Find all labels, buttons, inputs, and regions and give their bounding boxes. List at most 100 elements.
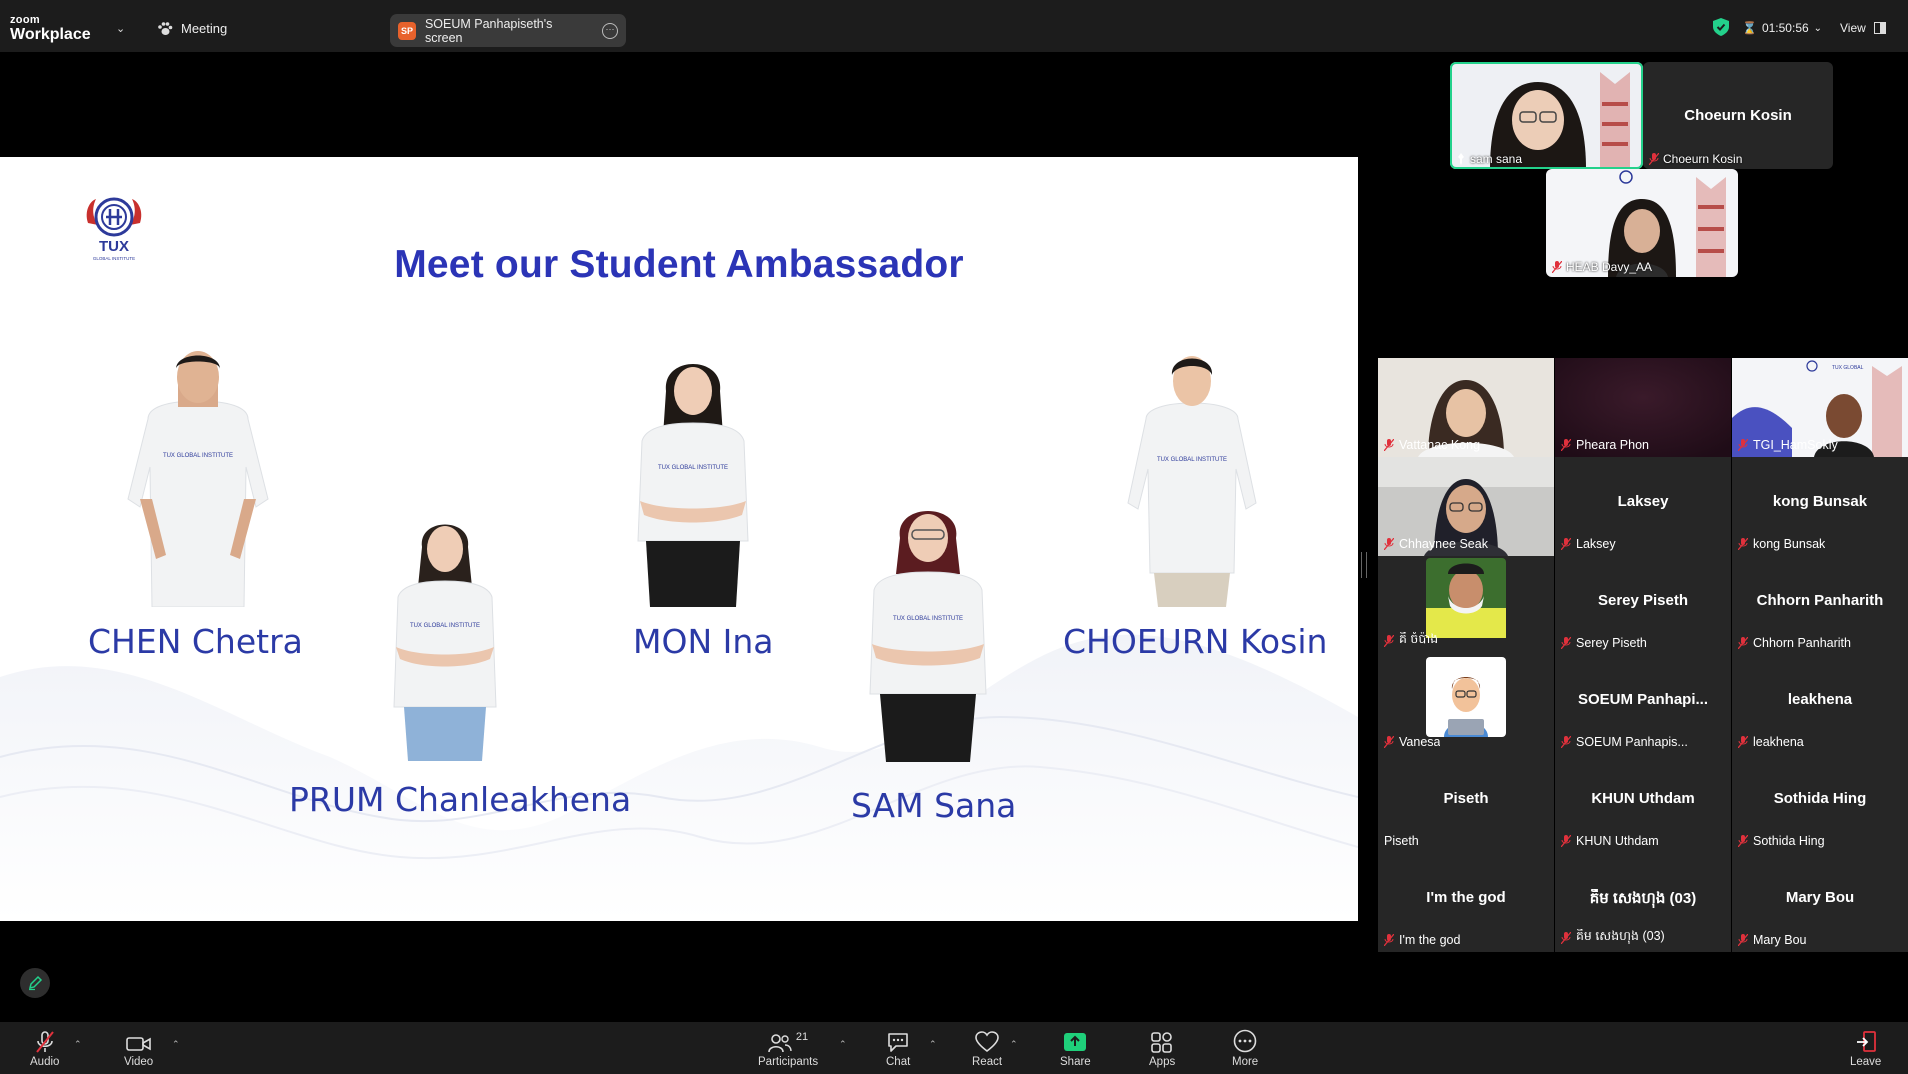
- student-photo-sam-sana: TUX GLOBAL INSTITUTE: [869, 511, 987, 762]
- gallery-tile[interactable]: Vanesa: [1378, 655, 1554, 754]
- gallery-tile[interactable]: leakhena leakhena: [1732, 655, 1908, 754]
- participant-center-name: SOEUM Panhapi...: [1577, 691, 1709, 708]
- participant-center-name: Piseth: [1443, 790, 1489, 807]
- gallery-tile[interactable]: គី ចំប៉ាង: [1378, 556, 1554, 655]
- video-tile-sam-sana[interactable]: sam sana: [1450, 62, 1643, 169]
- gallery-tile[interactable]: Sothida Hing Sothida Hing: [1732, 754, 1908, 853]
- mic-muted-icon: [1738, 835, 1748, 847]
- apps-label: Apps: [1149, 1056, 1176, 1068]
- mic-muted-icon: [1738, 439, 1748, 451]
- participant-name: Serey Piseth: [1561, 636, 1647, 650]
- gallery-tile[interactable]: Serey Piseth Serey Piseth: [1555, 556, 1731, 655]
- chat-button[interactable]: Chat: [886, 1031, 910, 1068]
- video-tile-choeurn-kosin[interactable]: Choeurn Kosin Choeurn Kosin: [1643, 62, 1833, 169]
- gallery-tile[interactable]: Mary Bou Mary Bou: [1732, 853, 1908, 952]
- participant-center-name: I'm the god: [1426, 889, 1506, 906]
- leave-door-icon: [1856, 1031, 1876, 1052]
- mic-muted-icon: [35, 1031, 54, 1053]
- mic-muted-icon: [1384, 736, 1394, 748]
- apps-grid-icon: [1151, 1032, 1172, 1053]
- shirt-print: TUX GLOBAL INSTITUTE: [163, 453, 233, 459]
- leave-button[interactable]: Leave: [1850, 1031, 1881, 1068]
- gallery-tile[interactable]: kong Bunsak kong Bunsak: [1732, 457, 1908, 556]
- participants-icon: [768, 1034, 792, 1053]
- panel-resize-handle[interactable]: [1361, 552, 1367, 578]
- gallery-tile[interactable]: KHUN Uthdam KHUN Uthdam: [1555, 754, 1731, 853]
- participants-count: 21: [795, 1031, 809, 1043]
- more-label: More: [1232, 1056, 1259, 1068]
- meeting-label: Meeting: [181, 21, 228, 36]
- react-label: React: [972, 1056, 1003, 1068]
- audio-options-caret[interactable]: ⌃: [74, 1039, 82, 1050]
- meeting-menu[interactable]: Meeting: [157, 21, 227, 36]
- shared-screen[interactable]: TUX GLOBAL INSTITUTE Meet our Student Am…: [0, 157, 1358, 921]
- chevron-down-icon[interactable]: ⌄: [116, 22, 125, 35]
- gallery-tile[interactable]: Chhaynee Seak: [1378, 457, 1554, 556]
- share-button[interactable]: Share: [1060, 1031, 1091, 1068]
- video-camera-icon: [125, 1037, 151, 1051]
- participant-name: Sothida Hing: [1738, 834, 1825, 848]
- sharer-badge: SP: [398, 21, 416, 40]
- participant-name: Chhaynee Seak: [1384, 537, 1488, 551]
- video-tile-heab-davy[interactable]: HEAB Davy_AA: [1546, 169, 1738, 277]
- zoom-workplace-logo[interactable]: zoom Workplace: [10, 15, 91, 43]
- participant-name: Piseth: [1384, 834, 1419, 848]
- share-label: Share: [1060, 1056, 1091, 1068]
- view-button[interactable]: View: [1840, 21, 1886, 35]
- pin-icon: [1458, 153, 1464, 165]
- audio-label: Audio: [30, 1056, 60, 1068]
- participant-center-name: Choeurn Kosin: [1684, 106, 1792, 124]
- share-screen-icon: [1064, 1033, 1087, 1051]
- screen-share-indicator[interactable]: SP SOEUM Panhapiseth's screen ···: [390, 14, 626, 47]
- student-name-prum-chanleakhena: PRUM Chanleakhena: [289, 780, 632, 819]
- participant-name: Vattanac Kong: [1384, 438, 1480, 452]
- meeting-toolbar: Audio ⌃ Video ⌃ 21 Participants ⌃ Chat ⌃…: [0, 1022, 1908, 1074]
- more-options-icon[interactable]: ···: [602, 22, 618, 39]
- react-button[interactable]: React: [972, 1031, 1002, 1068]
- student-photo-prum-chanleakhena: TUX GLOBAL INSTITUTE: [393, 524, 497, 761]
- gallery-tile[interactable]: SOEUM Panhapi... SOEUM Panhapis...: [1555, 655, 1731, 754]
- svg-text:TUX GLOBAL INSTITUTE: TUX GLOBAL INSTITUTE: [1157, 457, 1227, 463]
- participant-center-name: គឹម សេងហុង (03): [1589, 890, 1697, 907]
- gallery-tile[interactable]: គឹម សេងហុង (03) គឹម សេងហុង (03): [1555, 853, 1731, 952]
- gallery-tile[interactable]: Vattanac Kong: [1378, 358, 1554, 457]
- slide-title: Meet our Student Ambassador: [394, 243, 964, 286]
- mic-muted-icon: [1561, 736, 1571, 748]
- meeting-timer[interactable]: ⌛ 01:50:56 ⌄: [1742, 21, 1822, 35]
- more-button[interactable]: More: [1232, 1029, 1259, 1068]
- participant-center-name: leakhena: [1787, 691, 1853, 708]
- shield-check-icon[interactable]: [1713, 18, 1729, 36]
- mic-muted-icon: [1561, 932, 1571, 944]
- gallery-tile[interactable]: Pheara Phon: [1555, 358, 1731, 457]
- participant-name: Vanesa: [1384, 735, 1440, 749]
- participants-options-caret[interactable]: ⌃: [839, 1039, 847, 1050]
- more-dots-icon: [1233, 1029, 1257, 1053]
- hourglass-icon: ⌛: [1742, 21, 1757, 35]
- audio-button[interactable]: Audio: [30, 1031, 59, 1068]
- video-button[interactable]: Video: [124, 1031, 153, 1068]
- apps-button[interactable]: Apps: [1149, 1031, 1175, 1068]
- gallery-tile[interactable]: I'm the god I'm the god: [1378, 853, 1554, 952]
- participants-button[interactable]: 21 Participants: [758, 1031, 818, 1068]
- student-name-mon-ina: MON Ina: [633, 622, 774, 661]
- annotate-button[interactable]: [20, 968, 50, 998]
- heart-react-icon: [975, 1031, 999, 1053]
- participant-name: Laksey: [1561, 537, 1616, 551]
- gallery-tile[interactable]: Laksey Laksey: [1555, 457, 1731, 556]
- pencil-icon: [28, 975, 43, 991]
- react-options-caret[interactable]: ⌃: [1010, 1039, 1018, 1050]
- student-name-chen-chetra: CHEN Chetra: [88, 622, 303, 661]
- chat-options-caret[interactable]: ⌃: [929, 1039, 937, 1050]
- brand-small: zoom: [10, 14, 40, 26]
- layout-icon: [1873, 22, 1886, 34]
- gallery-tile[interactable]: Chhorn Panharith Chhorn Panharith: [1732, 556, 1908, 655]
- student-name-choeurn-kosin: CHOEURN Kosin: [1063, 622, 1328, 661]
- participant-name: kong Bunsak: [1738, 537, 1825, 551]
- mic-muted-icon: [1384, 538, 1394, 550]
- gallery-tile[interactable]: TUX GLOBAL TGI_HamSokly: [1732, 358, 1908, 457]
- brand-big: Workplace: [10, 26, 91, 43]
- svg-text:TUX GLOBAL INSTITUTE: TUX GLOBAL INSTITUTE: [893, 616, 963, 622]
- participant-center-name: Mary Bou: [1785, 889, 1855, 906]
- gallery-tile[interactable]: Piseth Piseth: [1378, 754, 1554, 853]
- video-options-caret[interactable]: ⌃: [172, 1039, 180, 1050]
